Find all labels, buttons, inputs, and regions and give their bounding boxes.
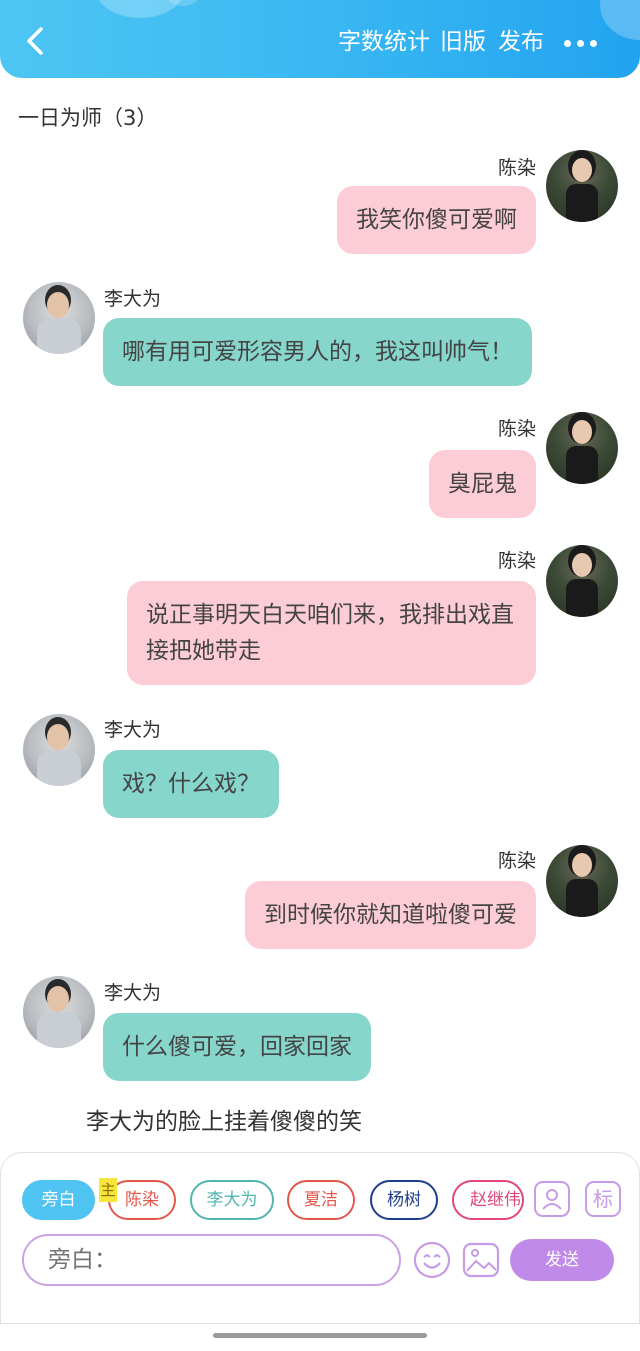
speaker-name: 陈染 (497, 157, 536, 179)
more-dots-icon[interactable] (560, 32, 600, 52)
avatar[interactable] (23, 714, 95, 786)
avatar[interactable] (23, 282, 95, 354)
speaker-name: 李大为 (104, 982, 162, 1004)
send-button[interactable]: 发送 (510, 1239, 614, 1281)
speaker-name: 陈染 (497, 418, 536, 440)
message-bubble[interactable]: 戏？什么戏？ (103, 750, 279, 818)
message-text: 戏？什么戏？ (122, 771, 260, 797)
speaker-name: 李大为 (104, 288, 162, 310)
publish-button[interactable]: 发布 (498, 26, 544, 58)
avatar[interactable] (546, 412, 618, 484)
decor-bubble (600, 0, 640, 40)
chevron-left-icon[interactable] (22, 26, 48, 56)
chapter-title: 一日为师（3） (18, 106, 158, 130)
tag-button[interactable]: 标 (585, 1181, 621, 1217)
image-icon[interactable] (462, 1241, 500, 1279)
speaker-name: 李大为 (104, 719, 162, 741)
message-bubble[interactable]: 什么傻可爱，回家回家 (103, 1013, 371, 1081)
word-count-button[interactable]: 字数统计 (338, 26, 430, 58)
message-bubble[interactable]: 臭屁鬼 (429, 450, 536, 518)
top-bar: 字数统计 旧版 发布 (0, 0, 640, 78)
message-text: 接把她带走 (146, 638, 261, 664)
message-text: 我笑你傻可爱啊 (356, 207, 517, 233)
message-text: 哪有用可爱形容男人的，我这叫帅气！ (122, 339, 513, 365)
character-chip-yangshu[interactable]: 杨树 (370, 1180, 438, 1220)
message-text: 什么傻可爱，回家回家 (122, 1034, 352, 1060)
character-chip-xiajie[interactable]: 夏洁 (287, 1180, 355, 1220)
message-input[interactable] (22, 1234, 401, 1286)
avatar[interactable] (546, 845, 618, 917)
speaker-name: 陈染 (497, 850, 536, 872)
message-text: 到时候你就知道啦傻可爱 (264, 902, 517, 928)
character-chip-chenran[interactable]: 陈染 (108, 1180, 176, 1220)
message-text: 臭屁鬼 (448, 471, 517, 497)
home-indicator[interactable] (213, 1333, 427, 1338)
person-card-icon[interactable] (534, 1181, 570, 1217)
message-bubble[interactable]: 到时候你就知道啦傻可爱 (245, 881, 536, 949)
main-character-tag: 主 (99, 1178, 117, 1202)
emoji-icon[interactable] (413, 1241, 451, 1279)
character-chip-narrator[interactable]: 旁白 (22, 1180, 95, 1220)
avatar[interactable] (546, 545, 618, 617)
avatar[interactable] (546, 150, 618, 222)
avatar[interactable] (23, 976, 95, 1048)
speaker-name: 陈染 (497, 550, 536, 572)
message-bubble[interactable]: 哪有用可爱形容男人的，我这叫帅气！ (103, 318, 532, 386)
message-text: 说正事明天白天咱们来，我排出戏直 (146, 602, 514, 628)
narration-text[interactable]: 李大为的脸上挂着傻傻的笑 (86, 1102, 362, 1136)
message-bubble[interactable]: 我笑你傻可爱啊 (337, 186, 536, 254)
character-chip-zhaojiwei[interactable]: 赵继伟 (452, 1180, 524, 1220)
old-version-button[interactable]: 旧版 (440, 26, 486, 58)
character-chip-lidawei[interactable]: 李大为 (190, 1180, 274, 1220)
message-bubble[interactable]: 说正事明天白天咱们来，我排出戏直 接把她带走 (127, 581, 536, 685)
